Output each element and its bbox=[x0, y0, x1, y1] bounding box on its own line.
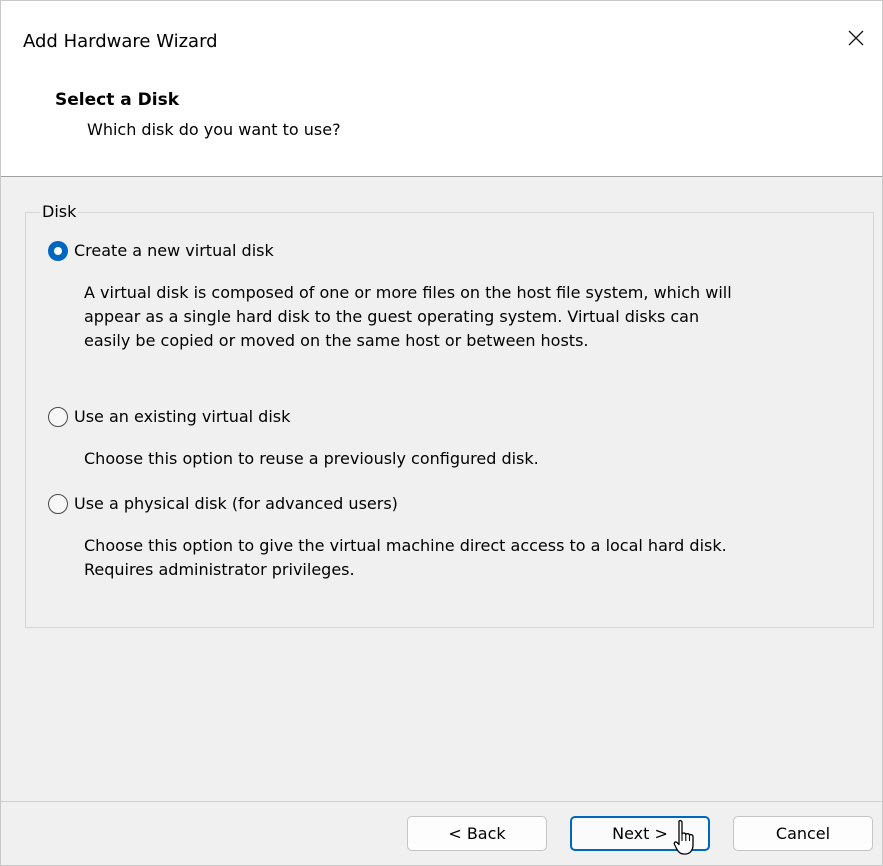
description-line: A virtual disk is composed of one or mor… bbox=[84, 283, 732, 302]
radio-label: Create a new virtual disk bbox=[74, 241, 274, 260]
window-title: Add Hardware Wizard bbox=[23, 31, 218, 52]
description-line: Choose this option to reuse a previously… bbox=[84, 449, 539, 468]
description-line: easily be copied or moved on the same ho… bbox=[84, 331, 589, 350]
radio-create-new-disk[interactable]: Create a new virtual disk bbox=[48, 240, 274, 262]
radio-unselected-icon[interactable] bbox=[48, 494, 68, 514]
next-button[interactable]: Next > bbox=[570, 816, 710, 851]
close-button[interactable] bbox=[830, 15, 882, 61]
radio-unselected-icon[interactable] bbox=[48, 407, 68, 427]
description-line: Requires administrator privileges. bbox=[84, 560, 355, 579]
page-subtitle: Which disk do you want to use? bbox=[87, 120, 341, 139]
wizard-window: Add Hardware Wizard Select a Disk Which … bbox=[0, 0, 883, 866]
footer-divider bbox=[1, 801, 882, 802]
option-description: Choose this option to reuse a previously… bbox=[84, 447, 864, 471]
option-description: Choose this option to give the virtual m… bbox=[84, 534, 864, 582]
disk-group-label: Disk bbox=[40, 201, 79, 223]
back-button[interactable]: < Back bbox=[407, 816, 547, 851]
option-description: A virtual disk is composed of one or mor… bbox=[84, 281, 864, 353]
wizard-header: Select a Disk Which disk do you want to … bbox=[1, 77, 882, 177]
radio-use-existing-disk[interactable]: Use an existing virtual disk bbox=[48, 406, 290, 428]
cancel-button[interactable]: Cancel bbox=[733, 816, 873, 851]
title-bar: Add Hardware Wizard bbox=[1, 1, 882, 77]
radio-label: Use an existing virtual disk bbox=[74, 407, 291, 426]
radio-selected-icon[interactable] bbox=[48, 241, 68, 261]
page-title: Select a Disk bbox=[55, 90, 180, 110]
close-icon bbox=[848, 30, 864, 46]
description-line: Choose this option to give the virtual m… bbox=[84, 536, 727, 555]
description-line: appear as a single hard disk to the gues… bbox=[84, 307, 700, 326]
radio-use-physical-disk[interactable]: Use a physical disk (for advanced users) bbox=[48, 493, 398, 515]
radio-label: Use a physical disk (for advanced users) bbox=[74, 494, 398, 513]
